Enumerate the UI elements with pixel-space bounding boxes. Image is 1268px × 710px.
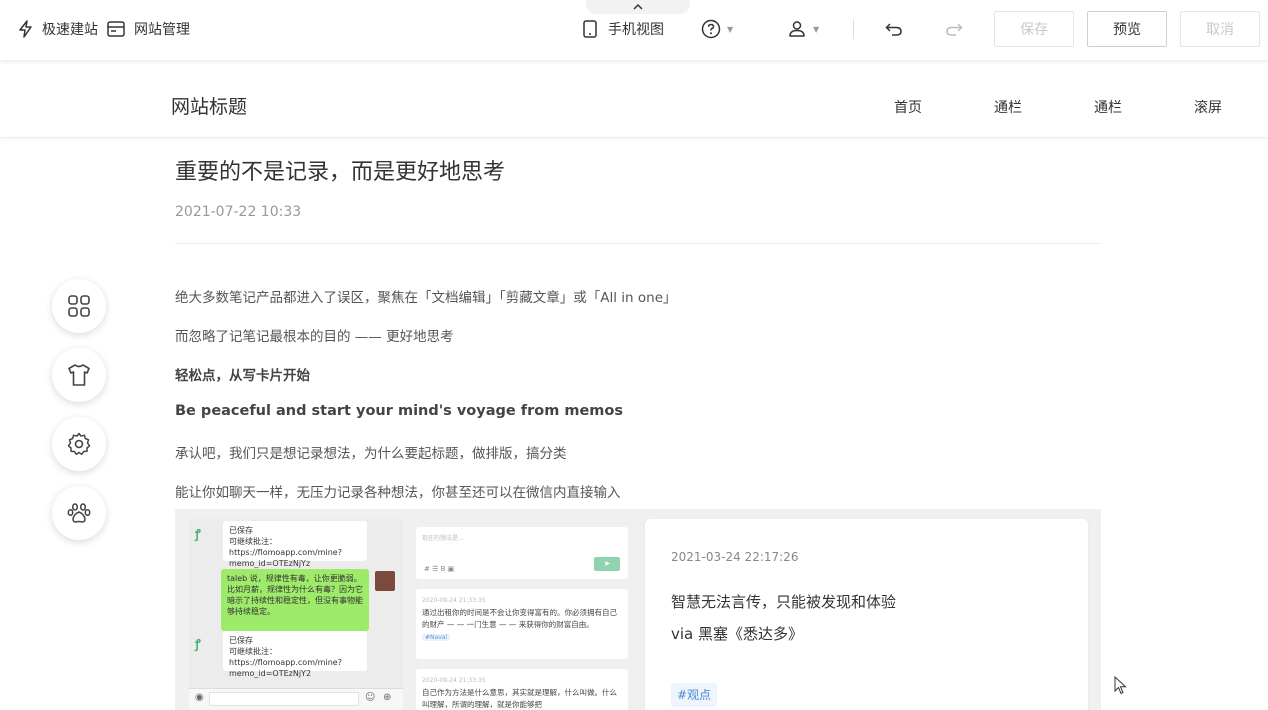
article-divider — [175, 243, 1101, 244]
site-manage-icon — [107, 21, 125, 37]
chat-input-bar: ◉ ☺ ⊕ — [189, 688, 403, 710]
user-icon — [789, 21, 805, 37]
memo-text: 自己作为方法是什么意思，其实就是理解，什么叫做。什么叫理解，所谓的理解，就是你能… — [422, 688, 617, 709]
chat-bubble: 已保存 可继续批注：https://flomoapp.com/mine?memo… — [223, 521, 367, 568]
components-button[interactable] — [52, 279, 106, 333]
article-paragraph: 承认吧，我们只是想记录想法，为什么要起标题，做排版，搞分类 — [175, 446, 567, 462]
caret-down-icon: ▼ — [813, 24, 820, 34]
wechat-chat-panel: ꝭ 已保存 可继续批注：https://flomoapp.com/mine?me… — [189, 519, 403, 710]
nav-item-home[interactable]: 首页 — [894, 97, 922, 117]
article-paragraph: 轻松点，从写卡片开始 — [175, 368, 310, 384]
help-dropdown[interactable]: ▼ — [701, 0, 733, 58]
memo-meta: 2020-09-24 21:33:35 — [422, 597, 486, 604]
memo-meta: 2020-09-24 21:33:35 — [422, 677, 486, 684]
site-manage-label: 网站管理 — [134, 22, 190, 38]
gear-icon — [67, 432, 91, 456]
memo-input-placeholder: 现在的想法是... — [422, 535, 464, 542]
bubble-text: 可继续批注：https://flomoapp.com/mine?memo_id=… — [229, 537, 342, 568]
mouse-cursor-icon — [1114, 676, 1127, 695]
phone-icon — [583, 20, 597, 38]
site-title[interactable]: 网站标题 — [171, 92, 247, 119]
chat-bubble-green: taleb 说，规律性有毒，让你更脆弱。比如月薪，规律性为什么有毒？因为它暗示了… — [221, 569, 369, 631]
undo-icon — [885, 23, 902, 36]
article-image: ꝭ 已保存 可继续批注：https://flomoapp.com/mine?me… — [175, 509, 1101, 710]
cancel-button[interactable]: 取消 — [1180, 11, 1260, 47]
grid-apps-icon — [68, 295, 90, 317]
memos-panel: 现在的想法是... # ☰ B ▣ ➤ 2020-09-24 21:33:35 … — [416, 519, 628, 710]
flomo-logo-icon: ꝭ — [195, 527, 201, 541]
bubble-text: 可继续批注：https://flomoapp.com/mine?memo_id=… — [229, 647, 342, 678]
memo-detail-card: 2021-03-24 22:17:26 智慧无法言传，只能被发现和体验 via … — [645, 519, 1088, 710]
memo-detail-line: 智慧无法言传，只能被发现和体验 — [671, 593, 897, 611]
mobile-view-label: 手机视图 — [608, 22, 664, 38]
mobile-view-button[interactable]: 手机视图 — [580, 0, 664, 58]
redo-icon — [946, 23, 963, 36]
caret-down-icon: ▼ — [727, 24, 734, 34]
memo-input-card: 现在的想法是... # ☰ B ▣ ➤ — [416, 527, 628, 579]
toolbar-divider — [853, 19, 854, 39]
memo-tag: #Naval — [422, 634, 451, 641]
nav-item-scroll[interactable]: 滚屏 — [1194, 97, 1222, 117]
help-icon — [701, 19, 721, 39]
memo-text: 通过出租你的时间是不会让你变得富有的。你必须拥有自己的财产 — — 一门生意 —… — [422, 608, 617, 629]
quick-build-button[interactable]: 极速建站 — [16, 0, 98, 58]
memo-card: 2020-09-24 21:33:35 自己作为方法是什么意思，其实就是理解，什… — [416, 669, 628, 710]
article-title: 重要的不是记录，而是更好地思考 — [175, 160, 506, 185]
chat-text-field — [209, 692, 359, 706]
memo-detail-tag: #观点 — [671, 683, 718, 707]
memo-card: 2020-09-24 21:33:35 通过出租你的时间是不会让你变得富有的。你… — [416, 589, 628, 659]
site-header: 网站标题 首页 通栏 通栏 滚屏 — [0, 60, 1268, 138]
voice-icon: ◉ — [195, 692, 204, 703]
site-manage-button[interactable]: 网站管理 — [106, 0, 190, 58]
user-avatar — [375, 571, 395, 591]
format-toolbar-icons: # ☰ B ▣ — [424, 565, 455, 573]
bubble-title: 已保存 — [229, 526, 253, 535]
quick-build-label: 极速建站 — [42, 22, 98, 38]
editor-toolbar: 极速建站 网站管理 手机视图 ▼ ▼ 保存 预览 取消 — [0, 0, 1268, 60]
article-paragraph: 而忽略了记笔记最根本的目的 —— 更好地思考 — [175, 329, 454, 345]
flomo-logo-icon: ꝭ — [195, 637, 201, 651]
tshirt-icon — [68, 364, 90, 386]
nav-item-banner-1[interactable]: 通栏 — [994, 97, 1022, 117]
settings-button[interactable] — [52, 417, 106, 471]
undo-button[interactable] — [884, 0, 904, 58]
lightning-icon — [19, 20, 32, 38]
article-date: 2021-07-22 10:33 — [175, 204, 302, 220]
article-paragraph: 能让你如聊天一样，无压力记录各种想法，你甚至还可以在微信内直接输入 — [175, 485, 621, 501]
memo-detail-date: 2021-03-24 22:17:26 — [671, 550, 799, 564]
send-icon: ➤ — [594, 557, 620, 571]
save-button[interactable]: 保存 — [994, 11, 1074, 47]
memo-detail-line: via 黑塞《悉达多》 — [671, 625, 804, 643]
paw-icon — [67, 503, 91, 523]
pet-widget-button[interactable] — [52, 486, 106, 540]
redo-button[interactable] — [944, 0, 964, 58]
bubble-title: 已保存 — [229, 636, 253, 645]
nav-item-banner-2[interactable]: 通栏 — [1094, 97, 1122, 117]
emoji-icon: ☺ — [365, 692, 376, 703]
article-paragraph: 绝大多数笔记产品都进入了误区，聚焦在「文档编辑」「剪藏文章」或「All in o… — [175, 290, 677, 306]
article-paragraph: Be peaceful and start your mind's voyage… — [175, 403, 623, 419]
user-dropdown[interactable]: ▼ — [787, 0, 819, 58]
chat-bubble: 已保存 可继续批注：https://flomoapp.com/mine?memo… — [223, 631, 367, 678]
preview-button[interactable]: 预览 — [1087, 11, 1167, 47]
plus-icon: ⊕ — [383, 692, 392, 703]
theme-button[interactable] — [52, 348, 106, 402]
